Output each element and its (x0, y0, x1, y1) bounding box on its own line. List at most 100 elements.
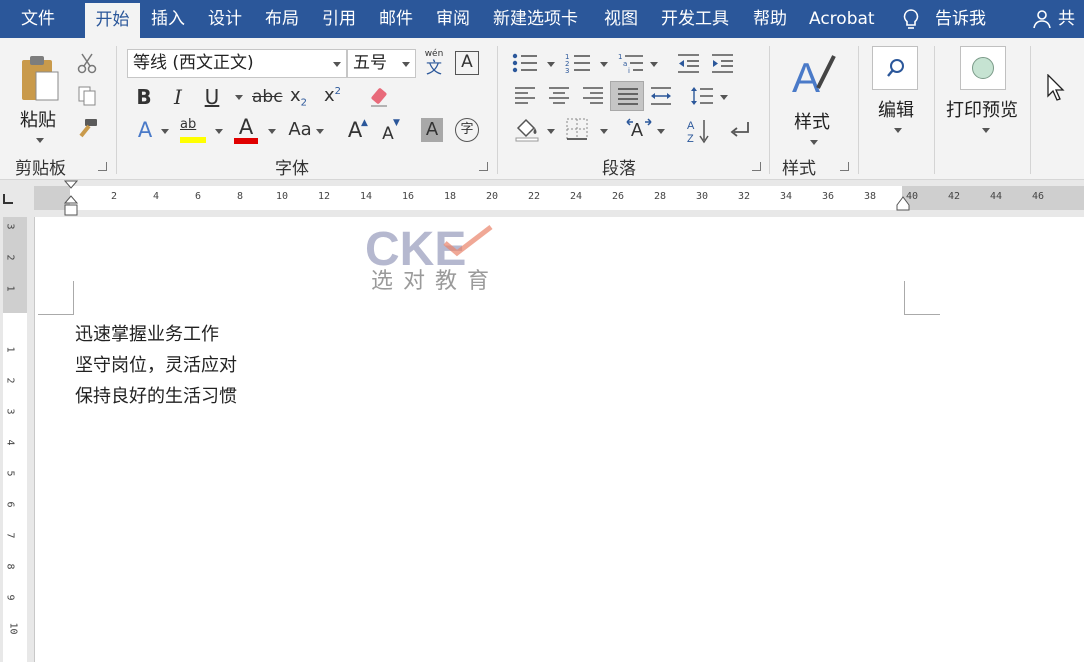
ruler-number: 46 (1032, 191, 1045, 202)
ruler-number: 20 (486, 191, 499, 202)
svg-text:a: a (623, 60, 627, 68)
decrease-indent-icon[interactable] (676, 52, 700, 74)
paste-dropdown-icon[interactable] (36, 138, 44, 143)
text-effects-dropdown-icon[interactable] (161, 129, 169, 134)
chinese-layout-icon[interactable]: A (626, 118, 652, 142)
document-page[interactable]: CKE 选对教育 迅速掌握业务工作 坚守岗位，灵活应对 保持良好的生活习惯 (34, 217, 1084, 662)
indent-markers-icon[interactable] (63, 180, 79, 217)
print-preview-dropdown-icon[interactable] (982, 128, 990, 133)
person-icon[interactable] (1032, 9, 1052, 29)
borders-icon[interactable] (566, 118, 588, 140)
print-preview-button[interactable]: 打印预览 (942, 46, 1024, 150)
phonetic-guide-button[interactable]: wén 文 (422, 49, 446, 77)
subscript-mark: 2 (300, 97, 308, 109)
sort-icon[interactable]: AZ (686, 118, 710, 145)
clear-formatting-icon[interactable] (368, 85, 390, 109)
font-size-combo[interactable]: 五号 (347, 49, 416, 78)
tell-me-search[interactable]: 告诉我 (935, 0, 986, 38)
bold-button[interactable]: B (134, 85, 154, 109)
vruler-number: 1 (4, 285, 16, 292)
styles-button[interactable]: A 样式 (780, 46, 844, 150)
vruler-number: 2 (4, 254, 16, 261)
share-button[interactable]: 共 (1058, 0, 1075, 38)
tab-references[interactable]: 引用 (322, 0, 356, 38)
ruler-number: 6 (195, 191, 202, 202)
tab-new-tab[interactable]: 新建选项卡 (493, 0, 578, 38)
separator (934, 46, 935, 174)
bullets-icon[interactable] (512, 52, 538, 74)
numbering-icon[interactable]: 123 (565, 52, 591, 75)
change-case-button[interactable]: Aa (286, 118, 314, 142)
align-left-icon[interactable] (514, 85, 536, 107)
multilevel-dropdown-icon[interactable] (650, 62, 658, 67)
font-launcher-icon[interactable] (479, 162, 488, 171)
italic-button[interactable]: I (168, 85, 188, 109)
highlight-button[interactable]: ab (180, 118, 206, 144)
strikethrough-button[interactable]: abc (252, 85, 283, 109)
chinese-layout-dropdown-icon[interactable] (657, 129, 665, 134)
highlight-dropdown-icon[interactable] (215, 129, 223, 134)
shading-icon[interactable] (514, 118, 540, 142)
separator (1030, 46, 1031, 174)
font-name-combo[interactable]: 等线 (西文正文) (127, 49, 347, 78)
borders-dropdown-icon[interactable] (600, 129, 608, 134)
editing-label: 编辑 (878, 100, 914, 121)
format-painter-icon[interactable] (75, 118, 99, 140)
editing-button[interactable]: 编辑 (866, 46, 928, 150)
font-color-dropdown-icon[interactable] (268, 129, 276, 134)
underline-dropdown-icon[interactable] (235, 95, 243, 100)
lightbulb-icon[interactable] (902, 8, 920, 32)
tab-acrobat[interactable]: Acrobat (809, 0, 875, 38)
line-spacing-icon[interactable] (690, 85, 714, 107)
text-effects-button[interactable]: A (134, 118, 156, 142)
distributed-align-icon[interactable] (650, 85, 672, 107)
superscript-button[interactable]: x2 (324, 85, 348, 109)
paste-button[interactable]: 粘贴 (12, 46, 68, 150)
align-right-icon[interactable] (582, 85, 604, 107)
enclosed-character-button[interactable]: 字 (455, 118, 479, 142)
tab-help[interactable]: 帮助 (753, 0, 787, 38)
shading-dropdown-icon[interactable] (547, 129, 555, 134)
highlight-color-bar (180, 137, 206, 143)
tab-developer[interactable]: 开发工具 (661, 0, 729, 38)
character-border-button[interactable]: A (455, 51, 479, 75)
multilevel-list-icon[interactable]: 1ai (618, 52, 644, 75)
tab-layout[interactable]: 布局 (265, 0, 299, 38)
change-case-dropdown-icon[interactable] (316, 129, 324, 134)
vertical-ruler[interactable]: 3 2 1 1 2 3 4 5 6 7 8 9 10 (0, 217, 34, 662)
ruler-number: 14 (360, 191, 373, 202)
document-line[interactable]: 迅速掌握业务工作 (75, 320, 219, 346)
numbering-dropdown-icon[interactable] (600, 62, 608, 67)
justify-button[interactable] (610, 81, 644, 111)
styles-launcher-icon[interactable] (840, 162, 849, 171)
tab-mailings[interactable]: 邮件 (379, 0, 413, 38)
subscript-button[interactable]: x2 (290, 85, 314, 109)
phonetic-char: 文 (425, 58, 442, 77)
document-line[interactable]: 保持良好的生活习惯 (75, 382, 237, 408)
tab-design[interactable]: 设计 (208, 0, 242, 38)
font-color-button[interactable]: A (234, 116, 258, 144)
tab-home[interactable]: 开始 (85, 0, 140, 38)
increase-indent-icon[interactable] (710, 52, 734, 74)
tab-file[interactable]: 文件 (21, 0, 55, 38)
clipboard-launcher-icon[interactable] (98, 162, 107, 171)
copy-icon[interactable] (77, 85, 97, 107)
tab-view[interactable]: 视图 (604, 0, 638, 38)
horizontal-ruler[interactable]: 2 4 6 8 10 12 14 16 18 20 22 24 26 28 30 32 34 36 38 40 42 44… (0, 180, 1084, 217)
document-line[interactable]: 坚守岗位，灵活应对 (75, 351, 237, 377)
cut-icon[interactable] (76, 52, 98, 74)
tab-review[interactable]: 审阅 (436, 0, 470, 38)
editing-dropdown-icon[interactable] (894, 128, 902, 133)
right-indent-marker-icon[interactable] (896, 196, 910, 212)
tab-insert[interactable]: 插入 (151, 0, 185, 38)
character-shading-button[interactable]: A (421, 118, 443, 142)
paragraph-launcher-icon[interactable] (752, 162, 761, 171)
styles-dropdown-icon[interactable] (810, 140, 818, 145)
underline-button[interactable]: U (202, 85, 222, 109)
chevron-down-icon (402, 62, 410, 67)
separator (497, 46, 498, 174)
align-center-icon[interactable] (548, 85, 570, 107)
line-spacing-dropdown-icon[interactable] (720, 95, 728, 100)
show-formatting-icon[interactable] (728, 118, 752, 142)
bullets-dropdown-icon[interactable] (547, 62, 555, 67)
